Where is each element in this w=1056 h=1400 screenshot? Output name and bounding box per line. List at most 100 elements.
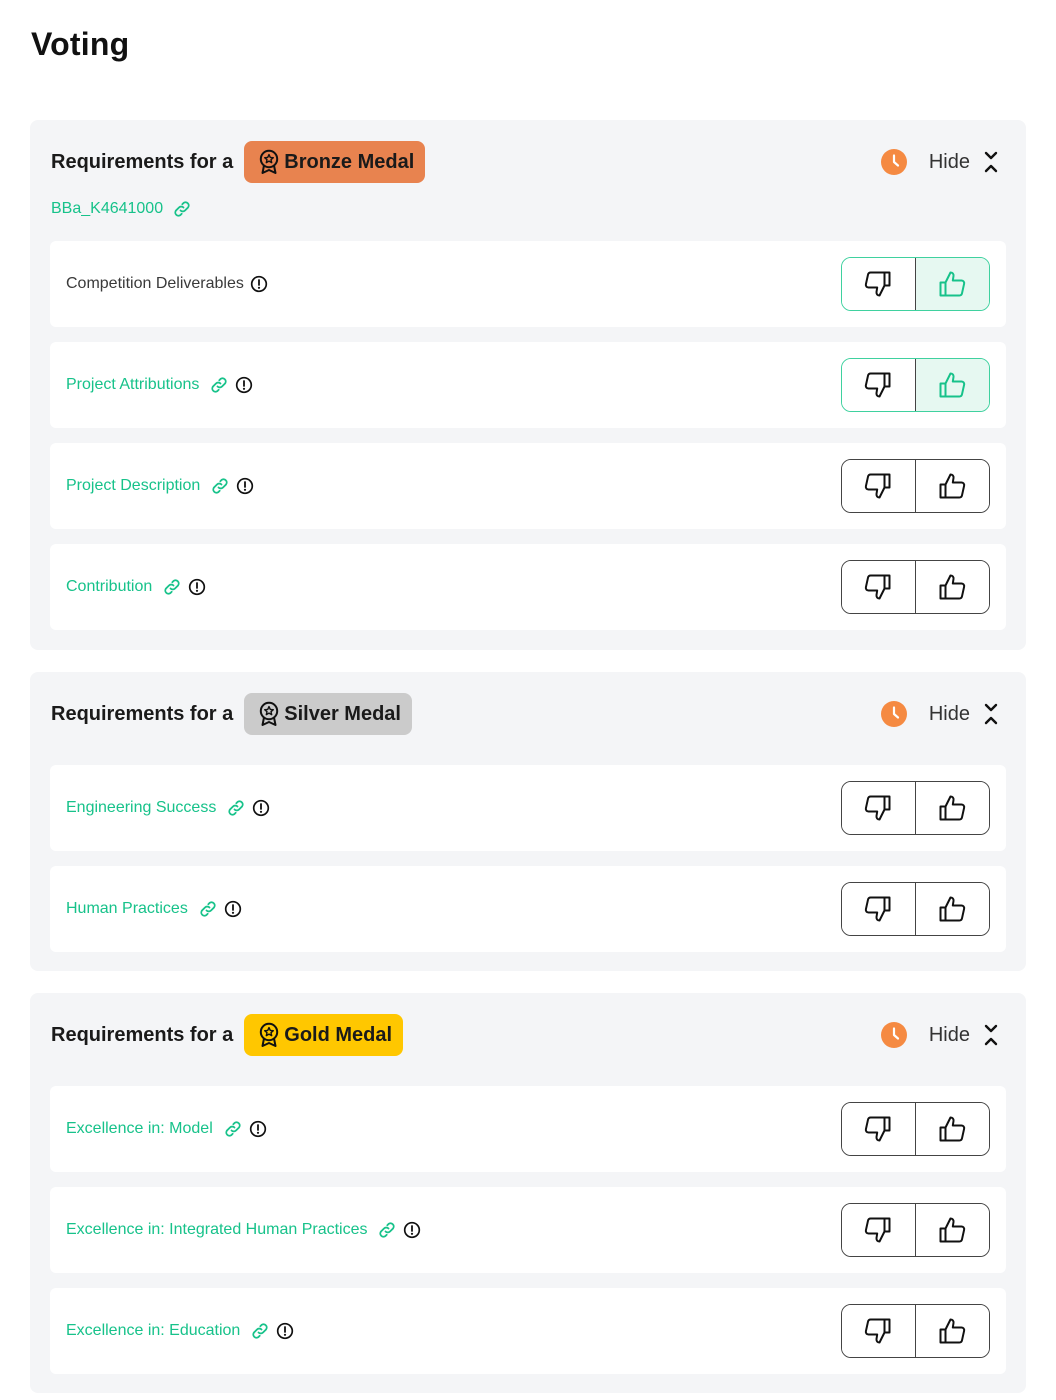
thumbs-up-button[interactable]: [915, 1305, 989, 1357]
thumbs-up-icon: [937, 793, 967, 823]
requirement-link[interactable]: Excellence in: Model: [66, 1120, 213, 1138]
vote-group: [841, 358, 990, 412]
vote-group: [841, 459, 990, 513]
info-icon[interactable]: [236, 477, 254, 495]
thumbs-down-icon: [863, 793, 893, 823]
vote-group: [841, 1304, 990, 1358]
requirement-link[interactable]: Project Attributions: [66, 376, 199, 394]
hide-toggle-label[interactable]: Hide: [929, 1024, 970, 1047]
link-icon[interactable]: [223, 1119, 243, 1139]
thumbs-down-icon: [863, 1114, 893, 1144]
hide-toggle-label[interactable]: Hide: [929, 703, 970, 726]
thumbs-down-icon: [863, 1215, 893, 1245]
clock-icon: [881, 1022, 907, 1048]
link-icon[interactable]: [226, 798, 246, 818]
thumbs-down-icon: [863, 1316, 893, 1346]
requirement-link[interactable]: Engineering Success: [66, 799, 216, 817]
requirement-row: Excellence in: Education: [50, 1288, 1006, 1374]
silver-medal-badge: Silver Medal: [244, 693, 412, 735]
requirement-link[interactable]: Excellence in: Education: [66, 1322, 240, 1340]
thumbs-down-button[interactable]: [842, 883, 916, 935]
link-icon[interactable]: [377, 1220, 397, 1240]
thumbs-up-button[interactable]: [915, 1204, 989, 1256]
thumbs-down-button[interactable]: [842, 561, 916, 613]
info-icon[interactable]: [250, 275, 268, 293]
clock-icon: [881, 701, 907, 727]
thumbs-up-button[interactable]: [915, 359, 989, 411]
thumbs-down-icon: [863, 471, 893, 501]
link-icon[interactable]: [198, 899, 218, 919]
info-icon[interactable]: [276, 1322, 294, 1340]
vote-group: [841, 781, 990, 835]
requirements-label: Requirements for a: [51, 150, 234, 173]
thumbs-down-button[interactable]: [842, 1204, 916, 1256]
gold-medal-section: Requirements for a Gold Medal Hide Excel…: [30, 993, 1026, 1393]
requirements-label: Requirements for a: [51, 1023, 234, 1046]
link-icon[interactable]: [209, 375, 229, 395]
info-icon[interactable]: [235, 376, 253, 394]
requirements-label: Requirements for a: [51, 702, 234, 725]
thumbs-up-button[interactable]: [915, 1103, 989, 1155]
requirement-row: Competition Deliverables: [50, 241, 1006, 327]
bronze-medal-section: Requirements for a Bronze Medal Hide BBa…: [30, 120, 1026, 650]
thumbs-up-icon: [937, 370, 967, 400]
thumbs-down-button[interactable]: [842, 1103, 916, 1155]
section-controls: Hide: [881, 700, 998, 728]
link-icon[interactable]: [250, 1321, 270, 1341]
silver-medal-section: Requirements for a Silver Medal Hide Eng…: [30, 672, 1026, 971]
thumbs-down-button[interactable]: [842, 1305, 916, 1357]
medal-icon: [257, 1022, 281, 1048]
hide-toggle-label[interactable]: Hide: [929, 151, 970, 174]
thumbs-down-button[interactable]: [842, 460, 916, 512]
info-icon[interactable]: [224, 900, 242, 918]
vote-group: [841, 257, 990, 311]
info-icon[interactable]: [188, 578, 206, 596]
section-controls: Hide: [881, 1021, 998, 1049]
thumbs-up-button[interactable]: [915, 258, 989, 310]
section-controls: Hide: [881, 148, 998, 176]
requirement-link[interactable]: Excellence in: Integrated Human Practice…: [66, 1221, 367, 1239]
thumbs-down-icon: [863, 370, 893, 400]
medal-name: Silver Medal: [284, 702, 401, 725]
thumbs-up-icon: [937, 471, 967, 501]
section-header: Requirements for a Gold Medal: [51, 1014, 404, 1056]
vote-group: [841, 882, 990, 936]
team-part-label: BBa_K4641000: [51, 200, 164, 217]
gold-medal-badge: Gold Medal: [244, 1014, 404, 1056]
thumbs-down-button[interactable]: [842, 359, 916, 411]
thumbs-up-icon: [937, 1114, 967, 1144]
thumbs-down-icon: [863, 894, 893, 924]
info-icon[interactable]: [403, 1221, 421, 1239]
thumbs-up-button[interactable]: [915, 561, 989, 613]
medal-icon: [257, 701, 281, 727]
link-icon[interactable]: [162, 577, 182, 597]
thumbs-up-button[interactable]: [915, 782, 989, 834]
requirement-row: Engineering Success: [50, 765, 1006, 851]
thumbs-up-icon: [937, 1215, 967, 1245]
requirement-row: Project Description: [50, 443, 1006, 529]
page-title: Voting: [31, 26, 130, 62]
link-icon: [172, 199, 192, 219]
thumbs-up-icon: [937, 1316, 967, 1346]
team-part-link[interactable]: BBa_K4641000: [51, 199, 192, 219]
requirement-link[interactable]: Human Practices: [66, 900, 188, 918]
vote-group: [841, 1102, 990, 1156]
collapse-icon[interactable]: [984, 1023, 998, 1047]
thumbs-down-button[interactable]: [842, 258, 916, 310]
collapse-icon[interactable]: [984, 702, 998, 726]
requirement-link[interactable]: Contribution: [66, 578, 152, 596]
thumbs-up-icon: [937, 269, 967, 299]
requirement-row: Contribution: [50, 544, 1006, 630]
thumbs-up-button[interactable]: [915, 883, 989, 935]
collapse-icon[interactable]: [984, 150, 998, 174]
thumbs-down-icon: [863, 572, 893, 602]
thumbs-up-icon: [937, 894, 967, 924]
thumbs-up-button[interactable]: [915, 460, 989, 512]
info-icon[interactable]: [249, 1120, 267, 1138]
link-icon[interactable]: [210, 476, 230, 496]
section-header: Requirements for a Bronze Medal: [51, 141, 426, 183]
requirement-link[interactable]: Project Description: [66, 477, 200, 495]
thumbs-down-button[interactable]: [842, 782, 916, 834]
info-icon[interactable]: [252, 799, 270, 817]
requirement-row: Excellence in: Model: [50, 1086, 1006, 1172]
